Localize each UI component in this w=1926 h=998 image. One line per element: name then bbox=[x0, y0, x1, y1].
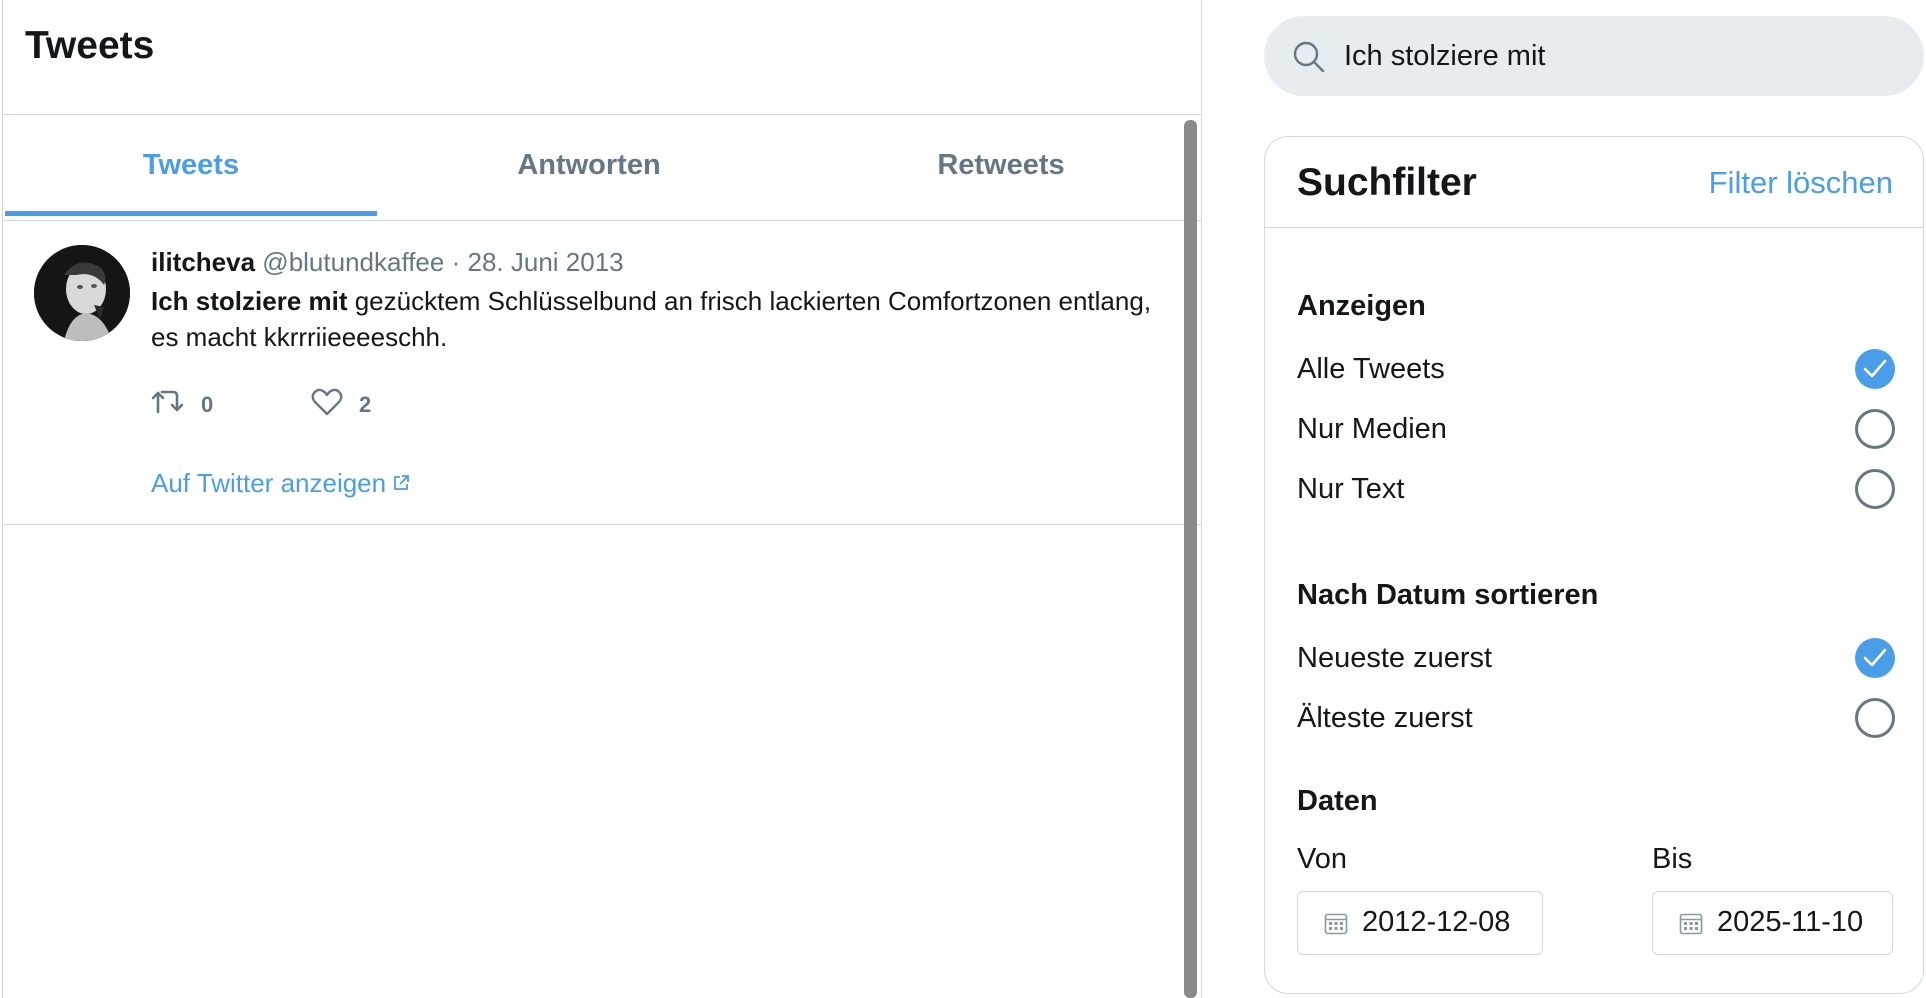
option-aelteste-zuerst[interactable]: Älteste zuerst bbox=[1297, 696, 1895, 744]
retweet-count: 0 bbox=[201, 391, 214, 417]
date-to-label: Bis bbox=[1652, 843, 1693, 875]
retweet-icon bbox=[151, 388, 185, 421]
filter-title: Suchfilter bbox=[1297, 161, 1477, 204]
tab-antworten[interactable]: Antworten bbox=[377, 115, 801, 221]
tweet-text-highlight: Ich stolziere mit bbox=[151, 286, 348, 316]
view-on-twitter-label: Auf Twitter anzeigen bbox=[151, 468, 387, 498]
tweet-author-name[interactable]: ilitcheva bbox=[151, 247, 255, 277]
avatar[interactable] bbox=[34, 245, 130, 341]
search-bar[interactable] bbox=[1264, 16, 1924, 96]
date-to-field[interactable]: 2025-11-10 bbox=[1652, 891, 1893, 955]
date-from-value: 2012-12-08 bbox=[1362, 906, 1511, 938]
tweet-header: ilitcheva @blutundkaffee · 28. Juni 2013 bbox=[151, 247, 624, 278]
view-on-twitter-link[interactable]: Auf Twitter anzeigen bbox=[151, 468, 410, 499]
calendar-icon bbox=[1679, 912, 1703, 941]
option-label: Nur Medien bbox=[1297, 413, 1447, 445]
separator-dot: · bbox=[451, 247, 461, 277]
option-label: Neueste zuerst bbox=[1297, 642, 1493, 674]
calendar-icon bbox=[1324, 912, 1348, 941]
clear-filters-link[interactable]: Filter löschen bbox=[1709, 165, 1893, 201]
option-label: Alle Tweets bbox=[1297, 353, 1445, 385]
date-from-label: Von bbox=[1297, 843, 1347, 875]
option-neueste-zuerst[interactable]: Neueste zuerst bbox=[1297, 636, 1895, 684]
tab-tweets[interactable]: Tweets bbox=[5, 115, 377, 221]
checked-radio-icon[interactable] bbox=[1855, 638, 1895, 678]
option-label: Nur Text bbox=[1297, 473, 1405, 505]
option-nur-text[interactable]: Nur Text bbox=[1297, 467, 1895, 515]
tweet-date: 28. Juni 2013 bbox=[467, 247, 624, 277]
radio-icon[interactable] bbox=[1855, 469, 1895, 509]
heart-icon bbox=[311, 388, 343, 421]
timeline-tabs: Tweets Antworten Retweets bbox=[3, 115, 1201, 221]
active-tab-indicator bbox=[5, 211, 377, 216]
like-button[interactable]: 2 bbox=[311, 388, 371, 421]
divider bbox=[3, 524, 1201, 525]
checked-radio-icon[interactable] bbox=[1855, 349, 1895, 389]
option-label: Älteste zuerst bbox=[1297, 702, 1473, 734]
option-alle-tweets[interactable]: Alle Tweets bbox=[1297, 347, 1895, 395]
date-from-field[interactable]: 2012-12-08 bbox=[1297, 891, 1543, 955]
tab-retweets[interactable]: Retweets bbox=[801, 115, 1201, 221]
tweet-text: Ich stolziere mit gezücktem Schlüsselbun… bbox=[151, 283, 1161, 355]
date-to-value: 2025-11-10 bbox=[1717, 906, 1864, 938]
search-input[interactable] bbox=[1344, 16, 1884, 96]
scrollbar[interactable] bbox=[1184, 120, 1197, 998]
sort-section-title: Nach Datum sortieren bbox=[1297, 579, 1599, 611]
retweet-button[interactable]: 0 bbox=[151, 388, 213, 421]
radio-icon[interactable] bbox=[1855, 698, 1895, 738]
show-section-title: Anzeigen bbox=[1297, 290, 1426, 322]
timeline-panel: Tweets Tweets Antworten Retweets ilitche… bbox=[2, 0, 1202, 998]
radio-icon[interactable] bbox=[1855, 409, 1895, 449]
divider bbox=[1265, 227, 1923, 228]
page-title: Tweets bbox=[25, 24, 155, 67]
tweet-author-handle[interactable]: @blutundkaffee bbox=[262, 247, 444, 277]
external-link-icon bbox=[392, 468, 410, 499]
like-count: 2 bbox=[359, 391, 372, 417]
option-nur-medien[interactable]: Nur Medien bbox=[1297, 407, 1895, 455]
search-filter-card: Suchfilter Filter löschen Anzeigen Alle … bbox=[1264, 136, 1924, 994]
dates-section-title: Daten bbox=[1297, 785, 1378, 817]
search-icon bbox=[1292, 40, 1326, 79]
tweet-card: ilitcheva @blutundkaffee · 28. Juni 2013… bbox=[3, 221, 1201, 524]
